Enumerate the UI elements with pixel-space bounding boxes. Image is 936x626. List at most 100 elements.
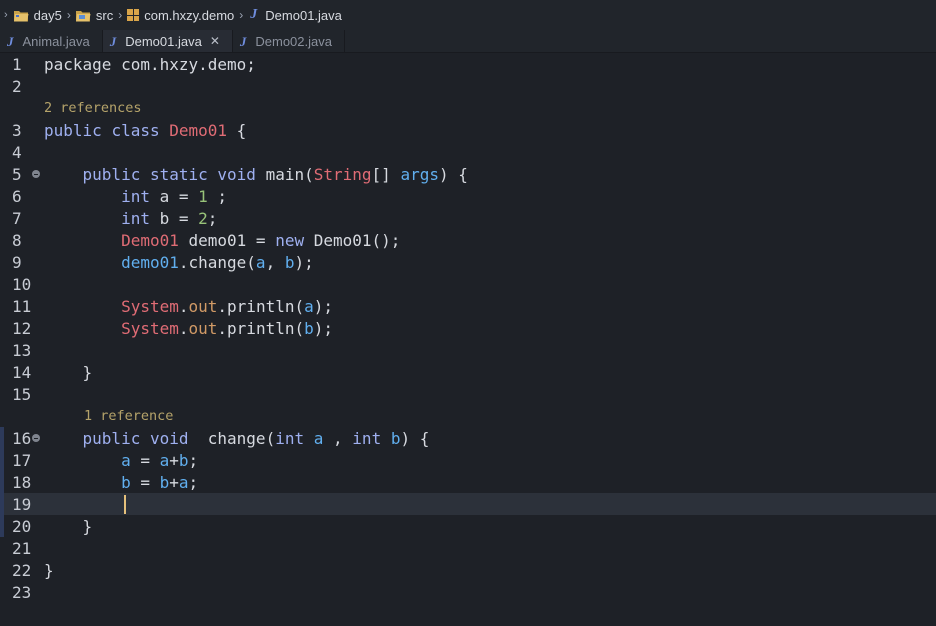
code-token: Demo01 [169, 120, 228, 140]
code-line[interactable]: 9 demo01.change(a, b); [0, 251, 936, 273]
chevron-right-icon[interactable]: › [4, 9, 8, 21]
code-token: int [352, 428, 382, 448]
code-line[interactable]: 20 } [0, 515, 936, 537]
code-line[interactable]: 22} [0, 559, 936, 581]
code-token: String [313, 164, 372, 184]
code-token: int [121, 208, 150, 228]
code-token: public [82, 164, 141, 184]
code-token: args [400, 164, 439, 184]
code-line[interactable]: 14 } [0, 361, 936, 383]
line-number: 5 [12, 164, 22, 184]
code-line[interactable]: 1 package com.hxzy.demo; [0, 53, 936, 75]
code-token: a [178, 472, 189, 492]
code-token: public [44, 120, 102, 140]
tab-demo01-java[interactable]: J Demo01.java ✕ [102, 30, 233, 52]
line-number: 17 [12, 450, 32, 470]
code-token: , [323, 428, 353, 448]
code-line[interactable]: 6 int a = 1 ; [0, 185, 936, 207]
code-line[interactable]: 4 [0, 141, 936, 163]
code-text: public static void main(String[] args) { [44, 165, 468, 184]
breadcrumb-package[interactable]: com.hxzy.demo [127, 8, 234, 23]
close-icon[interactable]: ✕ [210, 34, 220, 48]
code-line[interactable]: 13 [0, 339, 936, 361]
code-text: Demo01 demo01 = new Demo01(); [44, 231, 400, 250]
source-folder-icon [75, 10, 91, 21]
line-number: 8 [12, 230, 22, 250]
code-line[interactable]: 18 b = b+a; [0, 471, 936, 493]
code-token: } [44, 560, 54, 580]
breadcrumb-project[interactable]: day5 [13, 7, 62, 23]
code-editor[interactable]: 1 package com.hxzy.demo; 2 2 references 3 pub… [0, 53, 936, 626]
breadcrumb-label: day5 [33, 7, 62, 23]
text-cursor [124, 495, 126, 514]
line-number: 7 [12, 208, 22, 228]
code-line[interactable]: 19 [0, 493, 936, 515]
tab-animal-java[interactable]: J Animal.java [0, 30, 103, 52]
code-token: new [275, 230, 305, 250]
code-line[interactable]: 2 [0, 75, 936, 97]
breadcrumb-label: com.hxzy.demo [144, 7, 235, 23]
java-file-icon: J [239, 33, 247, 49]
code-line[interactable]: 8 Demo01 demo01 = new Demo01(); [0, 229, 936, 251]
code-text: a = a+b; [44, 451, 198, 470]
line-number: 11 [12, 296, 32, 316]
code-token: = [130, 450, 160, 470]
tab-label: Demo01.java [125, 33, 202, 49]
code-token: + [169, 450, 179, 470]
code-token: [] [371, 164, 401, 184]
code-token: } [44, 362, 93, 382]
code-token: change( [188, 428, 276, 448]
code-token: static [149, 164, 208, 184]
tab-demo02-java[interactable]: J Demo02.java [233, 30, 345, 52]
code-line[interactable]: 3 public class Demo01 { [0, 119, 936, 141]
code-token: .println( [217, 296, 305, 316]
code-token: . [178, 318, 189, 338]
code-line[interactable]: 11 System.out.println(a); [0, 295, 936, 317]
code-line[interactable]: 16 public void change(int a , int b) { [0, 427, 936, 449]
codelens-references[interactable]: 2 references [44, 100, 142, 116]
codelens-references[interactable]: 1 reference [84, 408, 173, 424]
code-line[interactable]: 23 [0, 581, 936, 603]
code-token: main( [255, 164, 314, 184]
code-token: demo01 = [178, 230, 276, 250]
breadcrumb-file[interactable]: J Demo01.java [248, 8, 342, 23]
chevron-right-icon: › [66, 8, 71, 22]
code-token: ); [313, 296, 334, 316]
code-line[interactable]: 10 [0, 273, 936, 295]
code-text: int b = 2; [44, 209, 217, 228]
code-token: b [121, 472, 131, 492]
code-line[interactable]: 12 System.out.println(b); [0, 317, 936, 339]
line-number: 12 [12, 318, 32, 338]
fold-collapse-icon[interactable] [32, 434, 40, 442]
fold-collapse-icon[interactable] [32, 170, 40, 178]
code-line[interactable]: 21 [0, 537, 936, 559]
code-token: ) { [400, 428, 430, 448]
package-icon [127, 9, 140, 21]
code-token: } [44, 516, 93, 536]
code-text: System.out.println(a); [44, 297, 333, 316]
line-number: 1 [12, 54, 22, 74]
code-line[interactable]: 17 a = a+b; [0, 449, 936, 471]
code-token: { [227, 120, 247, 140]
code-line[interactable]: 7 int b = 2; [0, 207, 936, 229]
tab-label: Demo02.java [255, 33, 332, 49]
breadcrumb-label: Demo01.java [265, 7, 342, 23]
code-line[interactable]: 15 [0, 383, 936, 405]
code-token: a [313, 428, 324, 448]
breadcrumb-src[interactable]: src [75, 8, 113, 23]
code-line[interactable]: 5 public static void main(String[] args)… [0, 163, 936, 185]
code-text: demo01.change(a, b); [44, 253, 314, 272]
code-token: = [130, 472, 160, 492]
line-number: 18 [12, 472, 32, 492]
